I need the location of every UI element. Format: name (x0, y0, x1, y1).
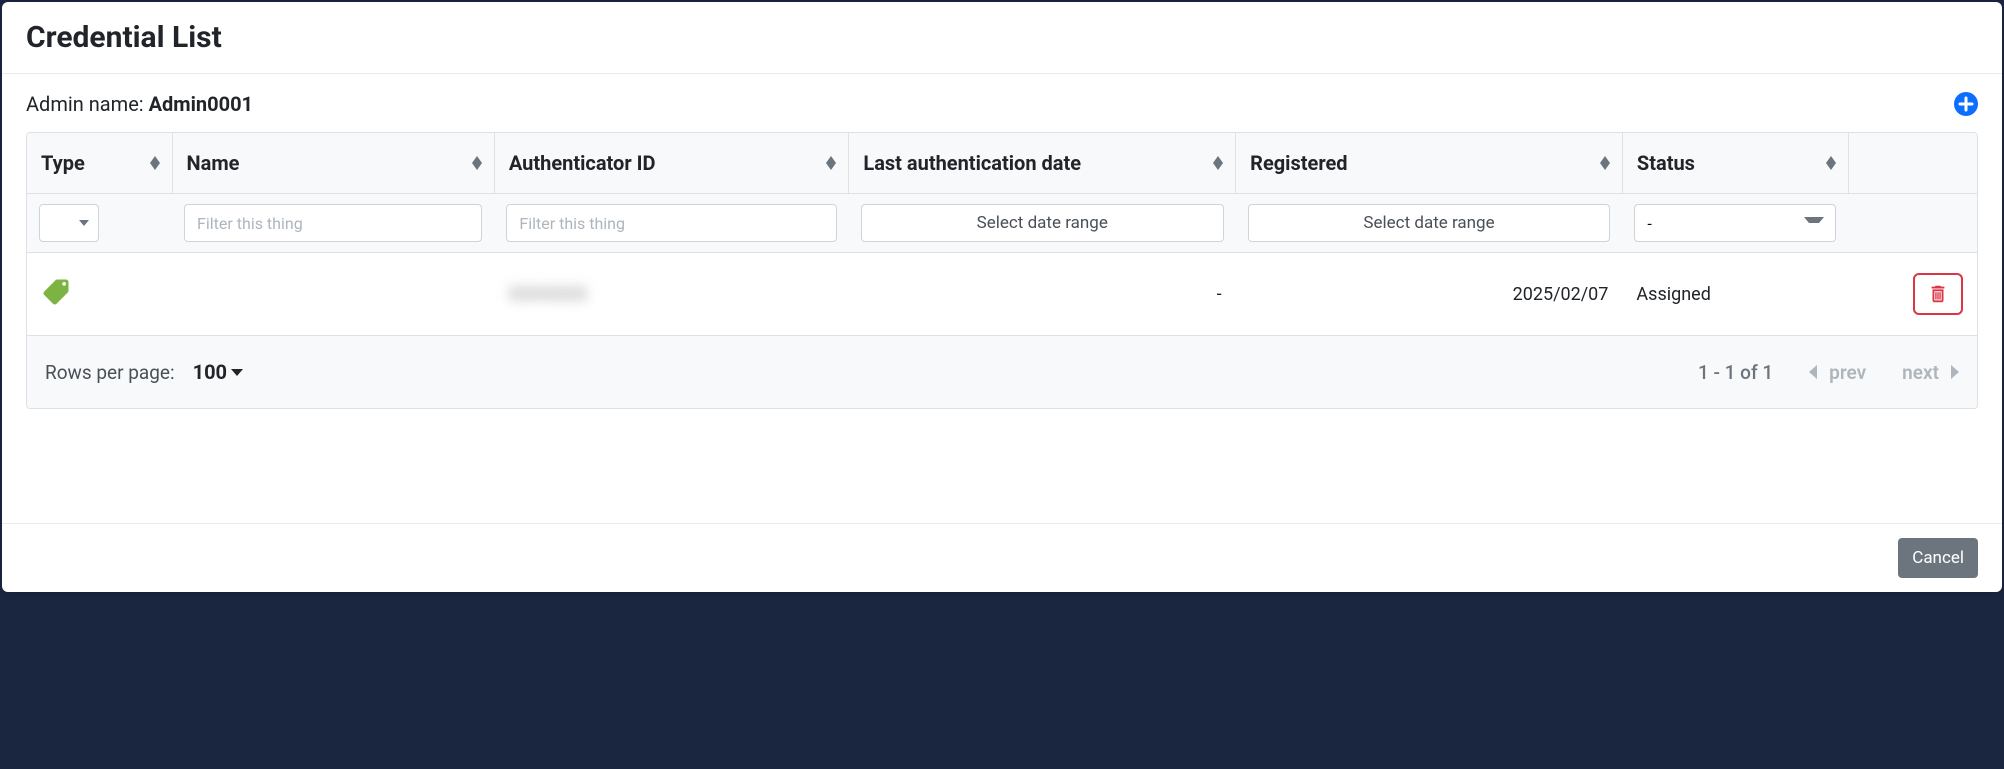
cell-status: Assigned (1622, 253, 1848, 336)
page-info: 1 - 1 of 1 (1698, 361, 1773, 384)
admin-row: Admin name: Admin0001 (26, 92, 1978, 116)
admin-name-label: Admin name: Admin0001 (26, 92, 253, 116)
sort-icon[interactable] (826, 156, 836, 170)
table-filter-row: Select date range Select date range - (27, 194, 1977, 253)
footer-left: Rows per page: 100 (45, 360, 243, 384)
modal-header: Credential List (2, 2, 2002, 74)
add-credential-button[interactable] (1954, 92, 1978, 116)
header-registered[interactable]: Registered (1236, 133, 1623, 194)
prev-label: prev (1829, 361, 1866, 384)
chevron-right-icon (1949, 365, 1959, 379)
trash-icon (1927, 283, 1949, 305)
modal-footer: Cancel (2, 523, 2002, 592)
sort-icon[interactable] (1213, 156, 1223, 170)
cell-authenticator-id: XXXXXXX (494, 253, 849, 336)
admin-name-value: Admin0001 (149, 92, 253, 116)
chevron-left-icon (1809, 365, 1819, 379)
filter-status-select[interactable]: - (1634, 204, 1836, 242)
admin-name-prefix: Admin name: (26, 92, 149, 116)
next-page-button[interactable]: next (1902, 361, 1959, 384)
header-name[interactable]: Name (172, 133, 494, 194)
header-type-label: Type (41, 151, 85, 175)
footer-right: 1 - 1 of 1 prev next (1698, 361, 1959, 384)
header-last-auth-date[interactable]: Last authentication date (849, 133, 1236, 194)
cell-registered: 2025/02/07 (1236, 253, 1623, 336)
cell-name (172, 253, 494, 336)
credential-list-modal: Credential List Admin name: Admin0001 (2, 2, 2002, 592)
next-label: next (1902, 361, 1939, 384)
delete-credential-button[interactable] (1913, 273, 1963, 315)
header-authenticator-id[interactable]: Authenticator ID (494, 133, 849, 194)
filter-type-select[interactable] (39, 204, 99, 242)
sort-icon[interactable] (150, 156, 160, 170)
filter-authenticator-id-input[interactable] (506, 204, 837, 242)
prev-page-button[interactable]: prev (1809, 361, 1866, 384)
plus-circle-icon (1954, 92, 1978, 116)
table-footer: Rows per page: 100 1 - 1 of 1 prev next (27, 336, 1977, 408)
cell-last-auth-date: - (849, 253, 1236, 336)
header-status[interactable]: Status (1622, 133, 1848, 194)
filter-last-auth-date-button[interactable]: Select date range (861, 204, 1224, 242)
table-row: XXXXXXX - 2025/02/07 Assigned (27, 253, 1977, 336)
header-registered-label: Registered (1250, 151, 1347, 175)
filter-registered-date-button[interactable]: Select date range (1248, 204, 1611, 242)
sort-icon[interactable] (1600, 156, 1610, 170)
sort-icon[interactable] (1826, 156, 1836, 170)
cancel-button[interactable]: Cancel (1898, 538, 1978, 578)
rows-per-page-value: 100 (193, 360, 227, 384)
table-header-row: Type Name (27, 133, 1977, 194)
header-name-label: Name (187, 151, 240, 175)
modal-body: Admin name: Admin0001 Type (2, 74, 2002, 523)
credentials-table-wrapper: Type Name (26, 132, 1978, 409)
authenticator-id-value: XXXXXXX (508, 284, 587, 305)
sort-icon[interactable] (472, 156, 482, 170)
modal-title: Credential List (26, 20, 1978, 55)
rows-per-page-select[interactable]: 100 (193, 360, 243, 384)
header-last-auth-label: Last authentication date (863, 151, 1081, 175)
header-status-label: Status (1637, 151, 1695, 175)
header-auth-label: Authenticator ID (509, 151, 656, 175)
filter-name-input[interactable] (184, 204, 482, 242)
header-actions (1848, 133, 1977, 194)
credentials-table: Type Name (27, 133, 1977, 336)
tag-icon (41, 277, 71, 312)
rows-per-page-label: Rows per page: (45, 361, 175, 384)
header-type[interactable]: Type (27, 133, 172, 194)
